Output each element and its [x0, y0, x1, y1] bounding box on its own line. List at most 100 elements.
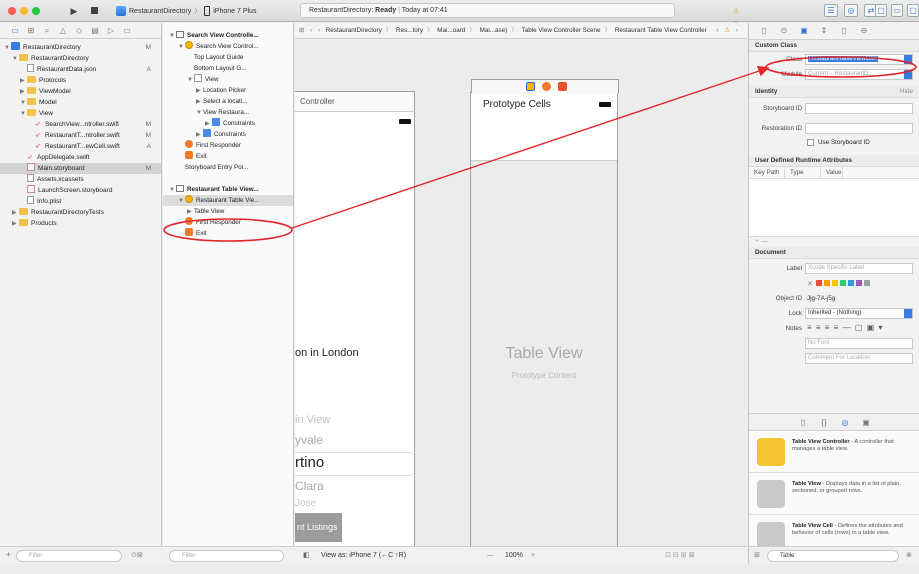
navigator-row[interactable]: ▼ Model [0, 97, 161, 108]
navigator-row[interactable]: RestaurantData.json A [0, 64, 161, 75]
related-items-icon[interactable]: ⊞ [295, 27, 304, 34]
debug-icon[interactable]: ▤ [90, 26, 100, 35]
search-icon[interactable]: ⌕ [42, 26, 52, 35]
navigator-row[interactable]: ▶ ViewModel [0, 86, 161, 97]
navigator-row[interactable]: Assets.xcassets [0, 174, 161, 185]
view-controller-icon[interactable] [526, 82, 535, 91]
breakpoint-icon[interactable]: ▷ [106, 26, 116, 35]
navigator-row[interactable]: ➶ RestaurantT...ntroller.swift M [0, 130, 161, 141]
navigator-row[interactable]: ➶ AppDelegate.swift [0, 152, 161, 163]
run-icon[interactable]: ▶ [68, 5, 80, 17]
outline-row[interactable]: ▼ Restaurant Table View... [163, 184, 293, 195]
module-input[interactable]: Current – RestaurantD... [805, 69, 913, 80]
library-filter-input[interactable]: Table [767, 550, 899, 562]
outline-row[interactable]: First Responder [163, 140, 293, 151]
storyboard-canvas[interactable]: ⊞ ‹ › RestaurantDirectory 〉 Res...tory 〉 Mai… [295, 23, 747, 564]
outline-row[interactable]: Bottom Layout G... [163, 63, 293, 74]
navigator-row[interactable]: ▼ RestaurantDirectory [0, 53, 161, 64]
jump-next-icon[interactable]: › [736, 27, 738, 34]
outline-toggle-icon[interactable]: ◧ [303, 547, 310, 565]
help-icon[interactable]: ⊙ [779, 26, 789, 36]
library-item[interactable]: Table View - Displays data in a list of … [749, 473, 919, 515]
lock-dropdown-icon[interactable] [904, 309, 912, 318]
symbol-icon[interactable]: ⊞ [26, 26, 36, 35]
gray-swatch[interactable] [863, 280, 870, 286]
use-storyboard-id-checkbox[interactable] [807, 139, 814, 146]
navigator-row[interactable]: ▶ Products [0, 218, 161, 229]
zoom-out-icon[interactable]: — [487, 547, 494, 565]
red-swatch[interactable] [815, 280, 822, 286]
outline-row[interactable]: ▼ Search View Controlle... [163, 30, 293, 41]
outline-row[interactable]: Exit [163, 228, 293, 239]
navigator-row[interactable]: Info.plist [0, 196, 161, 207]
outline-row[interactable]: ▶ Select a locati... [163, 96, 293, 107]
navigator-filter-input[interactable]: Filter [16, 550, 122, 562]
size-icon[interactable]: ▯ [839, 26, 849, 36]
attributes-icon[interactable]: ⇕ [819, 26, 829, 36]
code-snippet-icon[interactable]: {} [820, 418, 829, 427]
outline-row[interactable]: ▶ Table View [163, 206, 293, 217]
restaurant-table-view-controller-scene[interactable]: Prototype Cells Table View Prototype Con… [470, 79, 619, 562]
warning-icon[interactable]: △ [58, 26, 68, 35]
jump-bar-item[interactable]: Res...tory [396, 27, 423, 34]
navigator-row[interactable]: ➶ RestaurantT...ewCell.swift A [0, 141, 161, 152]
outline-row[interactable]: ▼ Restaurant Table Vie... [163, 195, 293, 206]
outline-filter-input[interactable]: Filter [169, 550, 284, 562]
navigator-row[interactable]: ▶ Protocols [0, 75, 161, 86]
library-clear-icon[interactable]: ⊗ [906, 551, 912, 559]
outline-row[interactable]: Top Layout Guide [163, 52, 293, 63]
jump-bar-item[interactable]: Restaurant Table View Controller [615, 27, 707, 34]
outline-row[interactable]: ▼ View [163, 74, 293, 85]
outline-row[interactable]: ▼ Search View Control... [163, 41, 293, 52]
outline-row[interactable]: ▶ Constraints [163, 118, 293, 129]
restoration-id-input[interactable] [805, 123, 913, 134]
blue-swatch[interactable] [847, 280, 854, 286]
class-input[interactable]: RestaurantTableViewCon [805, 54, 913, 65]
folder-icon[interactable]: ▭ [10, 26, 20, 35]
outline-row[interactable]: ▶ Location Picker [163, 85, 293, 96]
comment-input[interactable]: Comment For Localizer [805, 353, 913, 364]
utilities-toggle-icon[interactable]: ▢ [907, 4, 919, 17]
standard-editor-icon[interactable]: ☰ [824, 4, 838, 17]
disclosure-triangle-icon[interactable]: ▶ [12, 219, 19, 230]
media-library-icon[interactable]: ▣ [862, 418, 871, 427]
file-template-icon[interactable]: ▯ [799, 418, 808, 427]
exit-icon[interactable] [558, 82, 567, 91]
zoom-window-button[interactable] [32, 7, 40, 15]
outline-row[interactable]: ▼View Restaura... [163, 107, 293, 118]
outline-row[interactable]: First Responder [163, 217, 293, 228]
report-icon[interactable]: ▭ [122, 26, 132, 35]
first-responder-icon[interactable] [542, 82, 551, 91]
file-inspector-icon[interactable]: ▯ [759, 26, 769, 36]
back-icon[interactable]: ‹ [310, 27, 312, 34]
navigator-toggle-icon[interactable]: ▢ [875, 4, 887, 17]
jump-warning-icon[interactable]: ⚠ [724, 27, 730, 34]
navigator-row[interactable]: ▶ RestaurantDirectoryTests [0, 207, 161, 218]
recent-filter-icon[interactable]: ⊙⊠ [131, 551, 143, 559]
lock-select[interactable]: Inherited - (Nothing) [805, 308, 913, 319]
zoom-in-icon[interactable]: + [531, 547, 535, 565]
add-icon[interactable]: + [6, 550, 11, 559]
orange-swatch[interactable] [823, 280, 830, 286]
outline-row[interactable]: Exit [163, 151, 293, 162]
grid-view-icon[interactable]: ⊞ [754, 551, 760, 559]
outline-row[interactable]: Storyboard Entry Poi... [163, 162, 293, 173]
search-view-controller-scene[interactable]: Controller on in London in View yvale rt… [295, 91, 415, 561]
jump-prev-icon[interactable]: ‹ [716, 27, 718, 34]
forward-icon[interactable]: › [318, 27, 320, 34]
jump-bar-item[interactable]: Mai...ase) [480, 27, 508, 34]
jump-bar-item[interactable]: RestaurantDirectory [326, 27, 382, 34]
navigator-row[interactable]: Main.storyboard M [0, 163, 161, 174]
storyboard-id-input[interactable] [805, 103, 913, 114]
view-listings-button[interactable]: nt Listings [295, 513, 342, 542]
udra-add-remove[interactable]: + — [749, 237, 919, 247]
debug-toggle-icon[interactable]: ▭ [891, 4, 903, 17]
udra-table[interactable]: Key Path Type Value [749, 167, 919, 237]
test-icon[interactable]: ◇ [74, 26, 84, 35]
navigator-row[interactable]: ▼ RestaurantDirectory M [0, 42, 161, 53]
class-dropdown-icon[interactable] [904, 55, 912, 64]
green-swatch[interactable] [839, 280, 846, 286]
navigator-row[interactable]: ➶ SearchView...ntroller.swift M [0, 119, 161, 130]
notes-format-icons[interactable]: ≡ ≡ ≡ ≡ — ▢ ▣ ▾ [807, 323, 883, 332]
font-input[interactable]: No Font [805, 338, 913, 349]
